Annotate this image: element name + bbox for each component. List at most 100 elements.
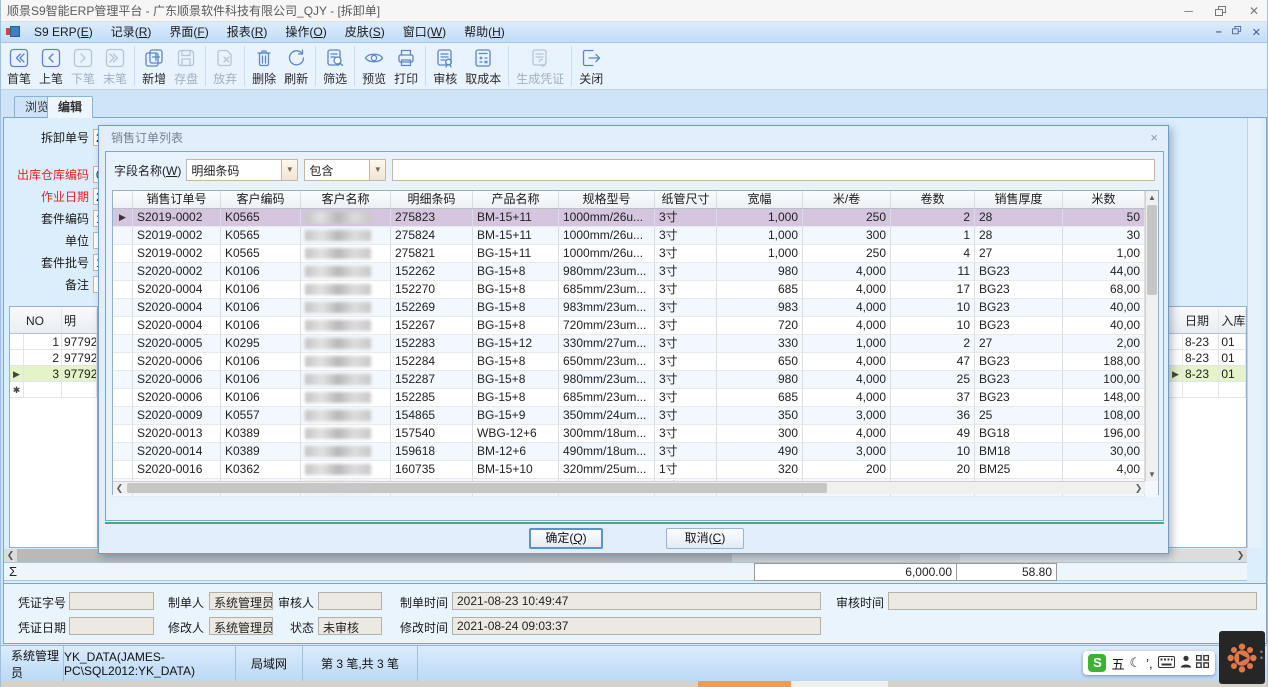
menu-item[interactable]: 皮肤(S) [336, 22, 394, 42]
toolbar-button-delete[interactable]: 删除 [248, 44, 280, 88]
toolbar-button-prev-record[interactable]: 上笔 [35, 44, 67, 88]
table-row[interactable]: S2020-0002K0106152262BG-15+8980mm/23um..… [113, 263, 1158, 281]
scroll-left-icon[interactable]: ❮ [4, 549, 17, 562]
table-row[interactable]: S2020-0013K0389157540WBG-12+6300mm/18um.… [113, 425, 1158, 443]
table-row[interactable]: S2020-0004K0106152267BG-15+8720mm/23um..… [113, 317, 1158, 335]
dialog-close-icon[interactable]: × [1150, 130, 1158, 145]
main-vertical-scrollbar[interactable] [1247, 118, 1261, 548]
mdi-minimize-icon[interactable]: – [1216, 26, 1222, 38]
table-cell: 4,000 [803, 425, 891, 443]
table-horizontal-scrollbar[interactable]: ❮ ❯ [113, 481, 1145, 494]
grid-row[interactable]: 8-2301 [1169, 334, 1246, 350]
tab-edit[interactable]: 编辑 [47, 96, 93, 118]
scroll-right-icon[interactable]: ❯ [1234, 549, 1247, 562]
grid-column-header[interactable]: 入库仓库 [1219, 309, 1246, 333]
moon-icon[interactable]: ☾ [1129, 655, 1141, 671]
menu-item-app[interactable]: S9 ERP(E) [25, 22, 102, 42]
cancel-button[interactable]: 取消(C) [666, 528, 744, 549]
current-row-marker: ▶ [1169, 366, 1183, 381]
table-vertical-scrollbar[interactable]: ▲ ▼ [1145, 191, 1158, 481]
punctuation-icon[interactable]: ’, [1146, 656, 1153, 671]
scrollbar-thumb[interactable] [127, 483, 827, 493]
table-row[interactable]: S2020-0014K0389159618BM-12+6490mm/18um..… [113, 443, 1158, 461]
toolbar-button-first-record[interactable]: 首笔 [3, 44, 35, 88]
table-column-header[interactable]: 卷数 [891, 191, 975, 208]
restore-icon[interactable] [1215, 6, 1227, 17]
filter-field-select[interactable]: 明细条码 ▼ [186, 159, 298, 181]
table-cell: K0106 [221, 317, 301, 335]
toolbar-button-close-form[interactable]: 关闭 [575, 44, 607, 88]
grid-row[interactable]: 8-2301 [1169, 350, 1246, 366]
table-column-header[interactable]: 产品名称 [473, 191, 559, 208]
table-column-header[interactable]: 宽幅 [717, 191, 803, 208]
close-icon[interactable]: ✕ [1249, 0, 1259, 22]
grid-column-header[interactable]: 明 [62, 309, 97, 333]
menu-item[interactable]: 界面(F) [160, 22, 217, 42]
grid-column-header[interactable]: 日期 [1183, 309, 1219, 333]
scroll-right-icon[interactable]: ❯ [1132, 482, 1145, 494]
grid-row[interactable]: 297792 [10, 350, 97, 366]
keyboard-icon[interactable] [1158, 656, 1175, 671]
table-row[interactable]: S2020-0004K0106152269BG-15+8983mm/23um..… [113, 299, 1158, 317]
table-row[interactable]: S2020-0004K0106152270BG-15+8685mm/23um..… [113, 281, 1158, 299]
toolbar-button-add[interactable]: 新增 [138, 44, 170, 88]
toolbar-button-label: 末笔 [103, 70, 127, 87]
mdi-close-icon[interactable]: ✕ [1252, 26, 1261, 39]
grid-row[interactable]: 197792 [10, 334, 97, 350]
scrollbar-thumb[interactable] [1147, 205, 1157, 295]
menu-item[interactable]: 记录(R) [102, 22, 161, 42]
table-row[interactable]: S2019-0002K0565275821BG-15+111000mm/26u.… [113, 245, 1158, 263]
person-icon[interactable] [1180, 655, 1192, 671]
menu-item[interactable]: 帮助(H) [455, 22, 514, 42]
table-column-header[interactable]: 客户名称 [301, 191, 391, 208]
toolbar-button-cost[interactable]: 取成本 [461, 44, 505, 88]
menu-item[interactable]: 窗口(W) [394, 22, 455, 42]
table-row[interactable]: S2020-0006K0106152285BG-15+8685mm/23um..… [113, 389, 1158, 407]
toolbar-button-audit[interactable]: 审核 [429, 44, 461, 88]
chevron-down-icon[interactable]: ▼ [369, 160, 385, 180]
table-column-header[interactable]: 明细条码 [391, 191, 473, 208]
taskbar-item[interactable] [791, 681, 888, 687]
table-column-header[interactable]: 销售订单号 [133, 191, 221, 208]
table-row[interactable]: S2020-0016K0362160735BM-15+10320mm/25um.… [113, 461, 1158, 479]
chevron-down-icon[interactable]: ▼ [281, 160, 297, 180]
grid-column-header[interactable]: NO [24, 309, 62, 333]
grid-row[interactable]: ▶8-2301 [1169, 366, 1246, 382]
table-row[interactable]: S2020-0009K0557154865BG-15+9350mm/24um..… [113, 407, 1158, 425]
menu-item[interactable]: 报表(R) [218, 22, 277, 42]
grid-row[interactable] [1169, 382, 1246, 398]
table-column-header[interactable]: 纸管尺寸 [655, 191, 717, 208]
table-column-header[interactable]: 销售厚度 [975, 191, 1063, 208]
scroll-down-icon[interactable]: ▼ [1146, 468, 1158, 481]
scroll-up-icon[interactable]: ▲ [1146, 191, 1158, 204]
toolbar-button-print[interactable]: 打印 [390, 44, 422, 88]
mdi-restore-icon[interactable] [1232, 26, 1242, 38]
minimize-icon[interactable]: ─ [1184, 0, 1193, 22]
toolbar-button-filter[interactable]: 筛选 [319, 44, 351, 88]
table-cell [301, 317, 391, 335]
table-column-header[interactable]: 米/卷 [803, 191, 891, 208]
menu-item[interactable]: 操作(O) [276, 22, 335, 42]
toolbar-separator [134, 46, 135, 86]
filter-text-input[interactable] [392, 159, 1155, 181]
app-tray-logo[interactable]: •• [1219, 631, 1265, 684]
toolbar-button-preview[interactable]: 预览 [358, 44, 390, 88]
taskbar-active-item[interactable] [698, 681, 791, 687]
scroll-left-icon[interactable]: ❮ [113, 482, 126, 494]
table-column-header[interactable]: 规格型号 [559, 191, 655, 208]
toolbar-button-refresh[interactable]: 刷新 [280, 44, 312, 88]
filter-operator-select[interactable]: 包含 ▼ [304, 159, 386, 181]
grid-row[interactable]: ✱ [10, 382, 97, 398]
grid-row[interactable]: ▶397792 [10, 366, 97, 382]
ok-button[interactable]: 确定(Q) [529, 528, 603, 549]
table-column-header[interactable]: 客户编码 [221, 191, 301, 208]
table-row[interactable]: S2019-0002K0565275824BM-15+111000mm/26u.… [113, 227, 1158, 245]
toolbox-icon[interactable] [1196, 655, 1209, 671]
sogou-logo-icon[interactable]: S [1088, 654, 1106, 672]
table-row[interactable]: S2020-0006K0106152287BG-15+8980mm/23um..… [113, 371, 1158, 389]
wubi-mode-icon[interactable]: 五 [1111, 654, 1124, 673]
table-row[interactable]: S2020-0006K0106152284BG-15+8650mm/23um..… [113, 353, 1158, 371]
table-column-header[interactable]: 米数 [1063, 191, 1145, 208]
table-row[interactable]: S2020-0005K0295152283BG-15+12330mm/27um.… [113, 335, 1158, 353]
table-row[interactable]: ▶S2019-0002K0565275823BM-15+111000mm/26u… [113, 209, 1158, 227]
